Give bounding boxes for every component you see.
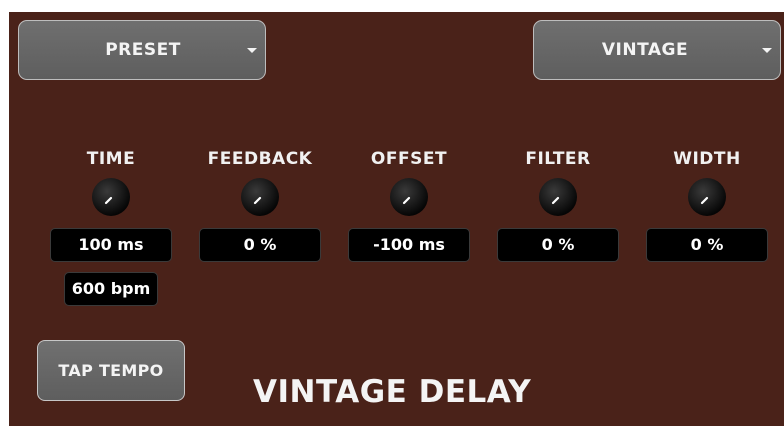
time-value[interactable]: 100 ms <box>50 228 172 262</box>
knob-icon <box>390 178 428 216</box>
mode-dropdown[interactable]: VINTAGE <box>533 20 781 80</box>
mode-dropdown-label: VINTAGE <box>601 40 689 60</box>
filter-label: FILTER <box>525 149 591 169</box>
width-label: WIDTH <box>673 149 741 169</box>
width-knob[interactable] <box>686 176 728 218</box>
offset-control: OFFSET -100 ms <box>347 148 471 262</box>
knob-icon <box>688 178 726 216</box>
tap-tempo-button[interactable]: TAP TEMPO <box>37 340 185 401</box>
filter-knob[interactable] <box>537 176 579 218</box>
time-label: TIME <box>86 149 136 169</box>
width-value[interactable]: 0 % <box>646 228 768 262</box>
time-control: TIME 100 ms 600 bpm <box>49 148 173 306</box>
feedback-label: FEEDBACK <box>207 149 313 169</box>
filter-value[interactable]: 0 % <box>497 228 619 262</box>
feedback-knob[interactable] <box>239 176 281 218</box>
preset-dropdown[interactable]: PRESET <box>18 20 266 80</box>
offset-value[interactable]: -100 ms <box>348 228 470 262</box>
offset-label: OFFSET <box>370 149 448 169</box>
offset-knob[interactable] <box>388 176 430 218</box>
knob-icon <box>92 178 130 216</box>
time-knob[interactable] <box>90 176 132 218</box>
feedback-control: FEEDBACK 0 % <box>198 148 322 262</box>
knob-icon <box>539 178 577 216</box>
plugin-title: VINTAGE DELAY <box>253 374 532 410</box>
filter-control: FILTER 0 % <box>496 148 620 262</box>
preset-dropdown-label: PRESET <box>105 40 181 60</box>
time-bpm-value[interactable]: 600 bpm <box>64 272 158 306</box>
width-control: WIDTH 0 % <box>645 148 769 262</box>
chevron-down-icon <box>762 21 772 79</box>
feedback-value[interactable]: 0 % <box>199 228 321 262</box>
knob-icon <box>241 178 279 216</box>
chevron-down-icon <box>247 21 257 79</box>
